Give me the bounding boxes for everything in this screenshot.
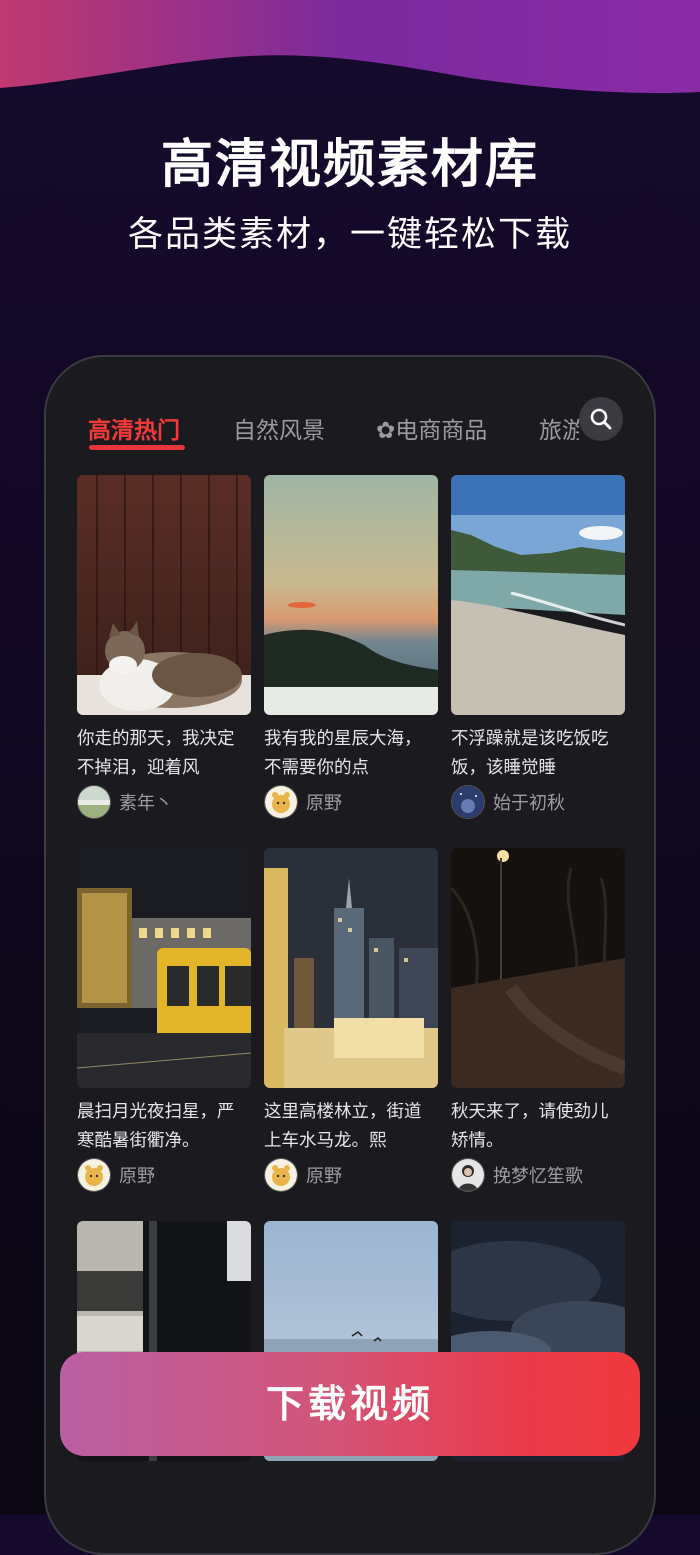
author[interactable]: 素年丶 (77, 785, 251, 819)
author-name: 原野 (119, 1166, 155, 1187)
tab-travel[interactable]: 旅游 (539, 411, 579, 445)
author-name: 始于初秋 (493, 793, 565, 814)
author[interactable]: 原野 (77, 1158, 251, 1192)
video-thumbnail[interactable] (451, 848, 625, 1088)
video-thumbnail[interactable] (77, 475, 251, 715)
author[interactable]: 始于初秋 (451, 785, 625, 819)
active-tab-indicator (89, 445, 185, 450)
search-button[interactable] (579, 397, 623, 441)
video-caption: 我有我的星辰大海，不需要你的点 (264, 729, 422, 778)
avatar (451, 1158, 485, 1192)
avatar (264, 1158, 298, 1192)
avatar (77, 1158, 111, 1192)
tab-hd-popular[interactable]: 高清热门 (88, 411, 180, 445)
author-name: 原野 (306, 1166, 342, 1187)
video-caption: 不浮躁就是该吃饭吃饭，该睡觉睡 (451, 729, 609, 778)
author-name: 素年丶 (119, 793, 173, 814)
author-name: 原野 (306, 793, 342, 814)
author[interactable]: 原野 (264, 785, 438, 819)
category-tabs: 高清热门 自然风景 ✿电商商品 旅游 (46, 357, 654, 457)
video-caption: 这里高楼林立，街道上车水马龙。熙 (264, 1102, 422, 1151)
avatar (451, 785, 485, 819)
avatar (264, 785, 298, 819)
page-title: 高清视频素材库 (160, 135, 539, 195)
video-thumbnail[interactable] (264, 475, 438, 715)
avatar (77, 785, 111, 819)
video-caption: 你走的那天，我决定不掉泪，迎着风 (77, 729, 235, 778)
video-caption: 秋天来了，请使劲儿矫情。 (451, 1102, 609, 1151)
video-thumbnail[interactable] (451, 475, 625, 715)
video-thumbnail[interactable] (264, 848, 438, 1088)
video-thumbnail[interactable] (77, 848, 251, 1088)
download-video-button[interactable]: 下载视频 (60, 1352, 640, 1456)
page-subtitle: 各品类素材，一键轻松下载 (127, 215, 572, 255)
search-icon (590, 408, 612, 430)
author-name: 挽梦忆笙歌 (493, 1166, 583, 1187)
video-caption: 晨扫月光夜扫星，严寒酷暑街衢净。 (77, 1102, 235, 1151)
author[interactable]: 原野 (264, 1158, 438, 1192)
top-wave-decoration (0, 0, 700, 94)
author[interactable]: 挽梦忆笙歌 (451, 1158, 625, 1192)
tab-nature-scenery[interactable]: 自然风景 (233, 411, 325, 445)
tab-ecommerce-products[interactable]: ✿电商商品 (376, 411, 487, 445)
